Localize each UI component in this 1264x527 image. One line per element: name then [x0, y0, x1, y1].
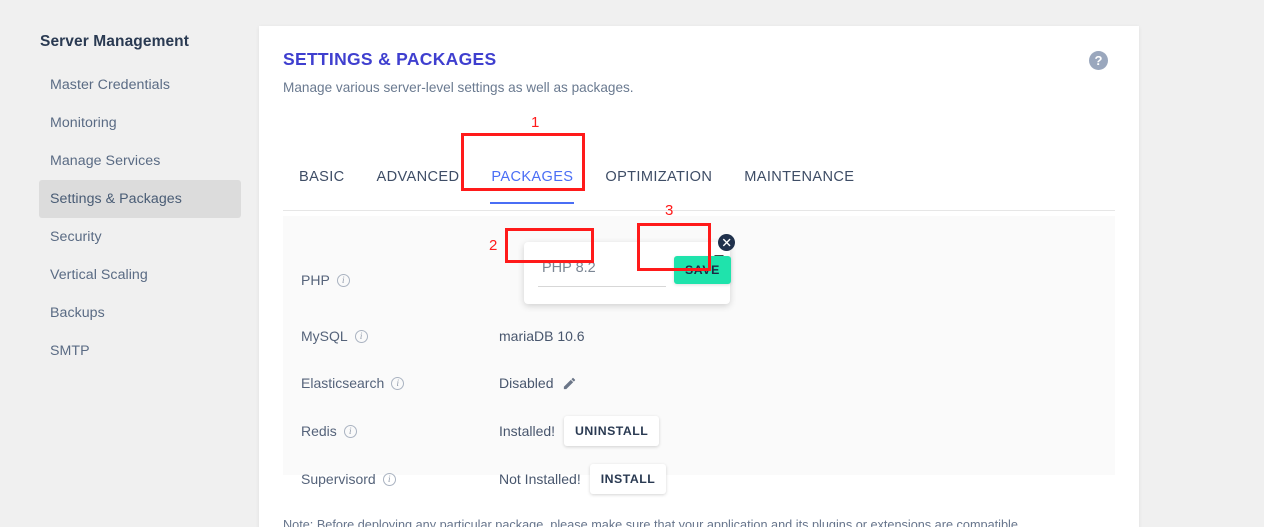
tab-label: OPTIMIZATION [605, 169, 713, 185]
tab-label: ADVANCED [376, 169, 460, 185]
info-icon[interactable]: i [343, 424, 357, 438]
sidebar-title: Server Management [40, 33, 190, 50]
table-row-supervisord: Supervisord i Not Installed! INSTALL [283, 455, 1115, 503]
sidebar-item-backups[interactable]: Backups [39, 294, 241, 332]
package-status: Disabled [499, 375, 554, 391]
sidebar-item-smtp[interactable]: SMTP [39, 332, 241, 370]
package-value-redis: Installed! UNINSTALL [499, 416, 660, 446]
sidebar-item-label: Monitoring [50, 115, 117, 131]
info-icon[interactable]: i [391, 376, 405, 390]
sidebar-item-security[interactable]: Security [39, 218, 241, 256]
table-row-elasticsearch: Elasticsearch i Disabled [283, 359, 1115, 407]
info-icon[interactable]: i [382, 472, 396, 486]
app-root: Server Management Master Credentials Mon… [0, 0, 1264, 527]
php-version-popup: PHP 8.2 SAVE [524, 234, 735, 304]
package-label: Redis [301, 423, 337, 439]
php-save-button[interactable]: SAVE [674, 256, 731, 284]
help-question-icon[interactable]: ? [1089, 51, 1108, 70]
table-row-redis: Redis i Installed! UNINSTALL [283, 407, 1115, 455]
sidebar-item-label: Security [50, 229, 102, 245]
tab-label: MAINTENANCE [744, 169, 855, 185]
packages-note: Note: Before deploying any particular pa… [283, 518, 1022, 527]
close-x-icon[interactable] [718, 234, 735, 251]
info-icon[interactable]: i [354, 329, 368, 343]
package-name-redis: Redis i [301, 423, 357, 439]
close-x-glyph [722, 238, 731, 247]
package-label: PHP [301, 272, 330, 288]
package-name-php: PHP i [301, 272, 350, 288]
package-status: Not Installed! [499, 471, 581, 487]
tab-label: BASIC [299, 169, 345, 185]
package-name-supervisord: Supervisord i [301, 471, 396, 487]
package-value-supervisord: Not Installed! INSTALL [499, 464, 667, 494]
tab-maintenance[interactable]: MAINTENANCE [728, 156, 870, 210]
uninstall-redis-button[interactable]: UNINSTALL [564, 416, 660, 446]
sidebar-item-label: Settings & Packages [50, 191, 182, 207]
package-name-elasticsearch: Elasticsearch i [301, 375, 405, 391]
pencil-edit-icon[interactable] [562, 376, 577, 391]
info-icon[interactable]: i [336, 273, 350, 287]
package-label: Elasticsearch [301, 375, 385, 391]
sidebar-item-manage-services[interactable]: Manage Services [39, 142, 241, 180]
settings-packages-card: SETTINGS & PACKAGES Manage various serve… [259, 26, 1139, 527]
sidebar-item-label: Backups [50, 305, 105, 321]
tab-bar: BASIC ADVANCED PACKAGES OPTIMIZATION MAI… [283, 156, 1115, 211]
package-status: Installed! [499, 423, 556, 439]
package-label: MySQL [301, 328, 348, 344]
package-value-mysql: mariaDB 10.6 [499, 328, 585, 344]
sidebar-item-label: Manage Services [50, 153, 161, 169]
sidebar-item-label: Vertical Scaling [50, 267, 148, 283]
sidebar: Server Management Master Credentials Mon… [0, 0, 260, 527]
table-row-mysql: MySQL i mariaDB 10.6 [283, 312, 1115, 360]
sidebar-item-master-credentials[interactable]: Master Credentials [39, 66, 241, 104]
package-status: mariaDB 10.6 [499, 328, 585, 344]
package-name-mysql: MySQL i [301, 328, 368, 344]
tab-optimization[interactable]: OPTIMIZATION [589, 156, 728, 210]
page-title: SETTINGS & PACKAGES [283, 49, 497, 69]
sidebar-nav: Master Credentials Monitoring Manage Ser… [39, 66, 241, 370]
php-version-value: PHP 8.2 [542, 260, 596, 276]
package-label: Supervisord [301, 471, 376, 487]
sidebar-item-label: SMTP [50, 343, 90, 359]
packages-panel: PHP i MySQL i mariaDB 10.6 Elasticsearch… [283, 216, 1115, 494]
install-supervisord-button[interactable]: INSTALL [589, 464, 667, 494]
tab-label: PACKAGES [491, 169, 574, 185]
package-value-elasticsearch: Disabled [499, 375, 577, 391]
sidebar-item-monitoring[interactable]: Monitoring [39, 104, 241, 142]
tab-packages[interactable]: PACKAGES [475, 156, 589, 210]
page-subtitle: Manage various server-level settings as … [283, 80, 634, 95]
tab-advanced[interactable]: ADVANCED [361, 156, 476, 210]
sidebar-item-label: Master Credentials [50, 77, 170, 93]
sidebar-item-vertical-scaling[interactable]: Vertical Scaling [39, 256, 241, 294]
tab-basic[interactable]: BASIC [283, 156, 361, 210]
php-version-select[interactable]: PHP 8.2 [538, 254, 666, 287]
sidebar-item-settings-packages[interactable]: Settings & Packages [39, 180, 241, 218]
